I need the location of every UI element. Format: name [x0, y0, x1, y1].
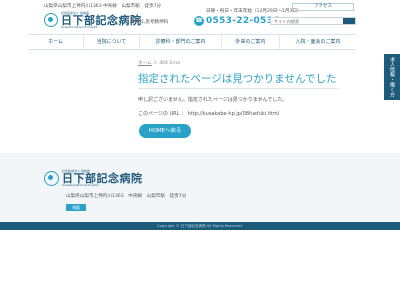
- search-input[interactable]: [271, 18, 343, 24]
- side-recruit-tab[interactable]: 求人情報・働く方: [384, 54, 400, 100]
- phone-number: 0553-22-0536: [206, 16, 280, 26]
- logo-english-name: Kusakabe Memorial Hospital: [61, 26, 98, 29]
- site-logo[interactable]: 社会医療法人 加納岩 日下部記念病院 Kusakabe Memorial Hos…: [44, 11, 142, 29]
- search-button[interactable]: [343, 18, 355, 24]
- footer-address: 山梨県山梨市上神内川1363 中央線 山梨市駅 徒歩7分: [66, 194, 187, 199]
- site-header: 山梨県山梨市上神内川1363 中央線 山梨市駅 徒歩7分 社会医療法人 加納岩 …: [0, 0, 400, 30]
- breadcrumb-separator: ＞: [153, 61, 158, 66]
- site-search: [270, 17, 356, 25]
- title-divider: [138, 88, 338, 89]
- closed-days-text: 日曜・祝日・年末年始（12月29日～1月3日）: [206, 9, 302, 14]
- phone-contact[interactable]: ☎ 0553-22-0536: [194, 16, 280, 26]
- nav-home[interactable]: ホーム: [28, 35, 84, 49]
- header-address: 山梨県山梨市上神内川1363 中央線 山梨市駅 徒歩7分: [44, 4, 162, 9]
- breadcrumb-current: 404 Error: [159, 61, 181, 66]
- footer-logo-english-name: Kusakabe Memorial Hospital: [62, 184, 99, 187]
- site-footer: 社会医療法人 加納岩 日下部記念病院 Kusakabe Memorial Hos…: [0, 153, 400, 233]
- phone-icon: ☎: [194, 16, 204, 26]
- home-button[interactable]: HOMEへ戻る: [139, 124, 191, 138]
- breadcrumb: ホーム ＞ 404 Error: [138, 60, 181, 66]
- nav-about[interactable]: 当院について: [84, 35, 140, 49]
- breadcrumb-home[interactable]: ホーム: [138, 61, 152, 66]
- error-message: 申し訳ございません。指定されたページは見つかりませんでした。: [138, 97, 288, 103]
- error-url: このページの URL ： http://kusakabe-hp.jp/08fue…: [138, 111, 280, 117]
- map-button[interactable]: 地図: [66, 204, 86, 211]
- footer-hospital-logo-icon: [44, 170, 59, 186]
- nav-outpatient[interactable]: 外来のご案内: [222, 35, 280, 49]
- access-button[interactable]: アクセス: [292, 3, 354, 11]
- footer-logo-hospital-name: 日下部記念病院: [62, 172, 143, 185]
- page-bottom-blank: [0, 230, 400, 300]
- header-departments: 精神科,思考精神科: [130, 20, 169, 25]
- nav-departments[interactable]: 診療科・部門のご案内: [140, 35, 222, 49]
- main-nav: ホーム 当院について 診療科・部門のご案内 外来のご案内 入院・面会のご案内: [28, 34, 356, 50]
- footer-logo[interactable]: 社会医療法人 加納岩 日下部記念病院 Kusakabe Memorial Hos…: [44, 169, 143, 187]
- copyright-bar: Copyright © 日下部記念病院 All Rights Reserved.: [0, 222, 400, 230]
- hospital-logo-icon: [44, 13, 58, 27]
- page-title: 指定されたページは見つかりませんでした: [138, 73, 337, 85]
- nav-inpatient[interactable]: 入院・面会のご案内: [280, 35, 356, 49]
